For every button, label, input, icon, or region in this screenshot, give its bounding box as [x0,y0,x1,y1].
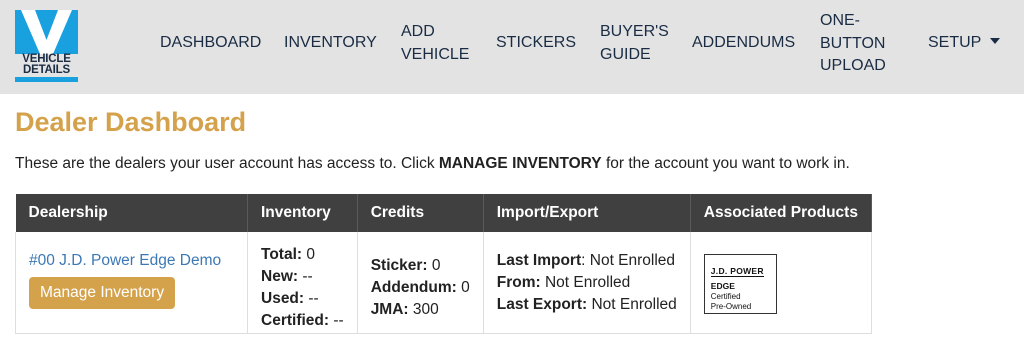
dealers-table: Dealership Inventory Credits Import/Expo… [15,194,872,334]
nav-stickers[interactable]: STICKERS [496,32,576,55]
last-import-value: : Not Enrolled [581,252,676,269]
nav-addendums[interactable]: ADDENDUMS [692,32,795,55]
header-credits: Credits [357,194,484,232]
inventory-total-value: 0 [302,246,315,263]
import-from-value: Not Enrolled [540,274,631,291]
cell-import-export: Last Import: Not Enrolled From: Not Enro… [482,232,691,334]
inventory-used: Used: -- [261,288,344,310]
cell-dealership: #00 J.D. Power Edge Demo Manage Inventor… [15,232,248,334]
intro-text: These are the dealers your user account … [15,155,850,173]
inventory-certified: Certified: -- [261,310,344,332]
credits-addendum-value: 0 [456,279,470,296]
jdp-logo-line4: Pre-Owned [710,302,752,311]
table-header-row: Dealership Inventory Credits Import/Expo… [15,194,872,232]
cell-inventory: Total: 0 New: -- Used: -- Certified: -- [247,232,358,334]
last-import-label: Last Import [496,252,582,269]
dealer-name-link[interactable]: #00 J.D. Power Edge Demo [29,250,234,272]
nav-setup-label: SETUP [928,34,982,51]
inventory-new-value: -- [298,268,313,285]
last-export-label: Last Export: [496,296,588,313]
nav-add-vehicle[interactable]: ADD VEHICLE [401,21,469,66]
header-import-export: Import/Export [483,194,691,232]
chevron-down-icon [990,37,1001,44]
credits-jma: JMA: 300 [371,299,470,321]
nav-one-button-label-1: ONE- [820,12,860,29]
nav-inventory[interactable]: INVENTORY [284,32,377,55]
jdp-logo-line1: J.D. POWER [710,266,764,277]
credits-addendum-label: Addendum: [370,279,457,296]
credits-sticker: Sticker: 0 [371,255,470,277]
last-export: Last Export: Not Enrolled [497,294,677,316]
manage-inventory-button[interactable]: Manage Inventory [29,277,176,309]
jdp-logo-line2: EDGE [710,281,735,291]
nav-buyers-guide-label-1: BUYER'S [600,23,669,40]
import-from-label: From: [496,274,541,291]
page-title: Dealer Dashboard [15,107,247,137]
header-dealership: Dealership [15,194,248,232]
nav-addendums-label: ADDENDUMS [692,34,796,51]
vehicle-details-logo[interactable]: VEHICLE DETAILS [15,10,78,84]
inventory-certified-label: Certified: [261,312,330,329]
credits-sticker-value: 0 [427,257,441,274]
jd-power-edge-logo: J.D. POWER EDGE Certified Pre-Owned [703,254,777,314]
jdp-logo-line3: Certified [710,292,741,301]
inventory-total-label: Total: [261,246,303,263]
credits-jma-value: 300 [408,301,439,318]
cell-associated-products: J.D. POWER EDGE Certified Pre-Owned [689,232,872,334]
header-associated-products: Associated Products [690,194,872,232]
credits-sticker-label: Sticker: [370,257,428,274]
nav-one-button-label-3: UPLOAD [820,57,886,74]
nav-buyers-guide[interactable]: BUYER'S GUIDE [600,21,669,66]
nav-setup-dropdown[interactable]: SETUP [928,32,1001,55]
intro-text-bold: MANAGE INVENTORY [438,155,602,172]
credits-addendum: Addendum: 0 [371,277,470,299]
nav-dashboard[interactable]: DASHBOARD [160,32,261,55]
cell-credits: Sticker: 0 Addendum: 0 JMA: 300 [356,232,484,334]
nav-one-button-upload[interactable]: ONE- BUTTON UPLOAD [820,10,886,78]
inventory-used-label: Used: [261,290,305,307]
nav-stickers-label: STICKERS [496,34,577,51]
logo-text-line2: DETAILS [23,64,70,76]
inventory-certified-value: -- [329,312,344,329]
last-export-value: Not Enrolled [587,296,677,313]
nav-dashboard-label: DASHBOARD [160,34,262,51]
nav-add-vehicle-label-1: ADD [401,23,435,40]
inventory-used-value: -- [304,290,319,307]
intro-text-part1: These are the dealers your user account … [15,155,439,172]
credits-jma-label: JMA: [370,301,409,318]
inventory-new: New: -- [261,266,344,288]
intro-text-part2: for the account you want to work in. [601,155,850,172]
table-row: #00 J.D. Power Edge Demo Manage Inventor… [15,232,872,334]
import-from: From: Not Enrolled [497,272,677,294]
top-navbar: VEHICLE DETAILS DASHBOARD INVENTORY ADD … [0,0,1024,94]
last-import: Last Import: Not Enrolled [497,250,677,272]
header-inventory: Inventory [247,194,358,232]
nav-inventory-label: INVENTORY [284,34,377,51]
logo-underline [15,77,78,82]
logo-v-mark-icon [15,10,78,54]
nav-add-vehicle-label-2: VEHICLE [401,45,470,63]
inventory-total: Total: 0 [261,244,344,266]
nav-buyers-guide-label-2: GUIDE [600,45,651,63]
nav-one-button-label-2: BUTTON [820,34,886,52]
inventory-new-label: New: [261,268,299,285]
